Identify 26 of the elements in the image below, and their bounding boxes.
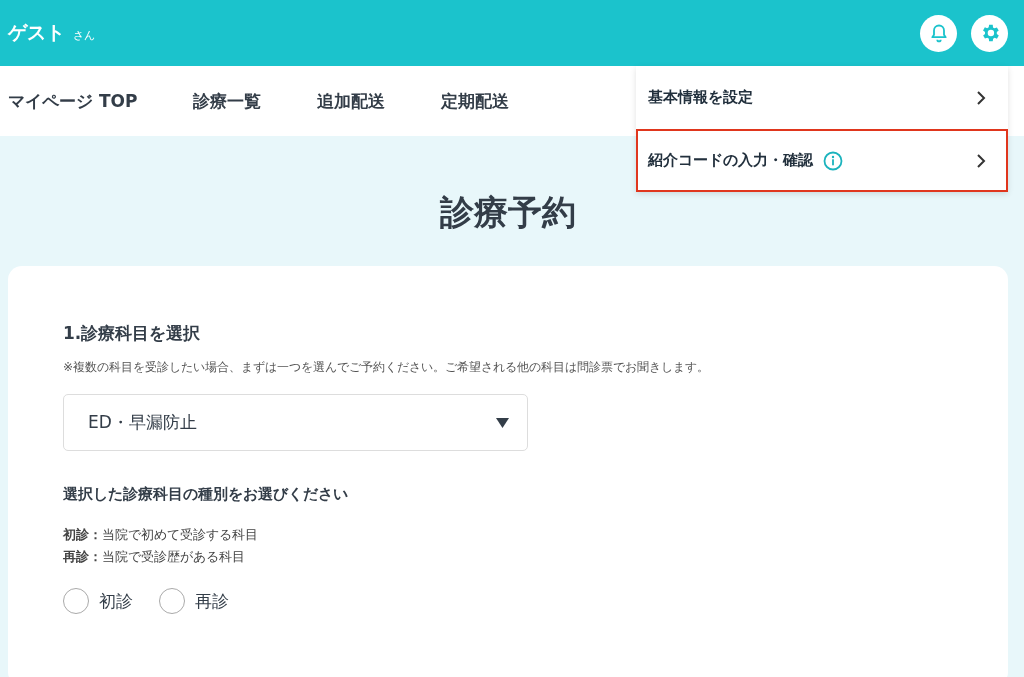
menu-item-label: 基本情報を設定 — [648, 88, 753, 107]
chevron-right-icon — [976, 152, 986, 169]
user-name: ゲスト — [8, 20, 65, 45]
step-title: 1.診療科目を選択 — [63, 322, 202, 345]
radio-option[interactable]: 再診 — [159, 588, 229, 614]
honorific: さん — [73, 28, 95, 43]
definition-text: 初診：当院で初めて受診する科目 — [63, 526, 259, 544]
department-select[interactable]: ED・早漏防止 — [63, 394, 528, 451]
notification-bell-icon[interactable] — [920, 14, 957, 52]
nav-link[interactable]: 定期配送 — [441, 89, 510, 113]
chevron-right-icon — [976, 89, 986, 106]
nav-link[interactable]: マイページ TOP — [8, 89, 138, 113]
radio-label: 再診 — [195, 589, 229, 613]
dropdown-triangle-icon — [496, 417, 509, 428]
page-title: 診療予約 — [440, 191, 576, 234]
menu-item[interactable]: 基本情報を設定 — [636, 66, 1008, 129]
nav-link[interactable]: 追加配送 — [317, 89, 386, 113]
type-title: 選択した診療科目の種別をお選びください — [63, 485, 349, 504]
radio-label: 初診 — [99, 589, 133, 613]
note-text: ※複数の科目を受診したい場合、まずは一つを選んでご予約ください。ご希望される他の科目は問診票でお聞きします。 — [63, 359, 711, 376]
menu-item[interactable]: 紹介コードの入力・確認 — [636, 129, 1008, 192]
nav-link[interactable]: 診療一覧 — [193, 89, 262, 113]
radio-option[interactable]: 初診 — [63, 588, 133, 614]
settings-icon[interactable] — [971, 14, 1008, 52]
definition-text: 再診：当院で受診歴がある科目 — [63, 548, 246, 566]
menu-item-label: 紹介コードの入力・確認 — [648, 151, 813, 170]
